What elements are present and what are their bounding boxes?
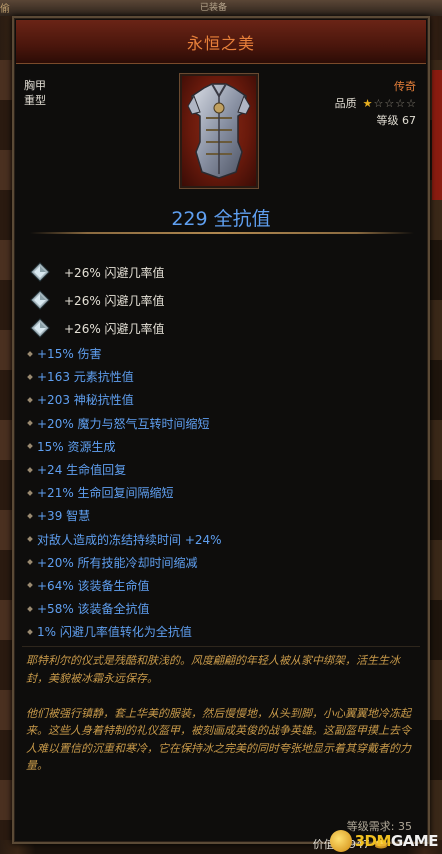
divider [30, 232, 414, 234]
bullet-icon [27, 373, 33, 380]
affix-list: +15% 伤害 +163 元素抗性值 +203 神秘抗性值 +20% 魔力与怒气互转时… [27, 342, 418, 643]
affix-row: +20% 所有技能冷却时间缩减 [27, 551, 418, 574]
affix-text: +21% 生命回复间隔缩短 [37, 486, 174, 501]
affix-row: 1% 闪避几率值转化为全抗值 [27, 620, 418, 643]
star-filled-icon: ★ [362, 97, 373, 110]
lore-divider [22, 646, 420, 647]
affix-row: +58% 该装备全抗值 [27, 597, 418, 620]
bullet-icon [27, 397, 33, 403]
bullet-icon [27, 489, 33, 496]
affix-row: +20% 魔力与怒气互转时间缩短 [27, 412, 418, 435]
star-empty-icon: ☆ [373, 97, 384, 110]
bullet-icon [27, 605, 33, 612]
affix-text: +58% 该装备全抗值 [37, 602, 150, 617]
socket-list: +26% 闪避几率值 +26% 闪避几率值 +26% 闪避几率值 [28, 258, 165, 342]
star-empty-icon: ☆ [406, 97, 416, 110]
star-empty-icon: ☆ [395, 97, 406, 110]
affix-text: +20% 所有技能冷却时间缩减 [37, 555, 198, 570]
item-tooltip: 永恒之美 胸甲 重型 传奇 品质 ★ ☆ ☆ ☆ ☆ 等级 67 229 全抗值… [12, 16, 430, 851]
chest-armor-icon [187, 83, 251, 179]
bullet-icon [27, 466, 33, 473]
diamond-gem-icon [30, 290, 50, 310]
watermark-logo-icon [329, 830, 352, 852]
affix-text: 对敌人造成的冻结持续时间 +24% [37, 532, 222, 547]
socket-bonus: +26% 闪避几率值 [64, 293, 165, 308]
socket-bonus: +26% 闪避几率值 [64, 265, 165, 280]
affix-text: +39 智慧 [37, 509, 91, 524]
main-stat: 229 全抗值 [171, 208, 271, 230]
socket-row: +26% 闪避几率值 [28, 286, 165, 314]
bullet-icon [27, 513, 33, 519]
right-banner [432, 70, 442, 200]
star-empty-icon: ☆ [384, 97, 395, 110]
bullet-icon [27, 443, 33, 450]
equipped-bar: 偷 已装备 [0, 0, 442, 16]
watermark: 3DMGAME [329, 830, 439, 852]
lore-text: 耶特利尔的仪式是残酷和肤浅的。风度翩翩的年轻人被从家中绑架，活生生冰封，美貌被冰… [26, 652, 418, 792]
socket-bonus: +26% 闪避几率值 [64, 321, 165, 336]
affix-text: +203 神秘抗性值 [37, 393, 134, 408]
affix-row: +64% 该装备生命值 [27, 574, 418, 597]
lore-paragraph: 耶特利尔的仪式是残酷和肤浅的。风度翩翩的年轻人被从家中绑架，活生生冰封，美貌被冰… [26, 654, 400, 685]
item-name: 永恒之美 [186, 33, 255, 53]
affix-row: +163 元素抗性值 [27, 365, 418, 388]
affix-text: 15% 资源生成 [37, 439, 116, 454]
bullet-icon [27, 350, 33, 357]
affix-row: +24 生命值回复 [27, 458, 418, 481]
affix-row: 15% 资源生成 [27, 435, 418, 458]
affix-row: +39 智慧 [27, 504, 418, 527]
watermark-prefix: 3DM [354, 832, 392, 850]
affix-text: +163 元素抗性值 [37, 370, 134, 385]
socket-row: +26% 闪避几率值 [28, 258, 165, 286]
watermark-suffix: GAME [390, 832, 439, 850]
item-type: 胸甲 重型 [24, 78, 46, 108]
bullet-icon [27, 629, 33, 635]
item-slot: 胸甲 [24, 79, 46, 92]
bullet-icon [27, 420, 33, 426]
affix-text: +24 生命值回复 [37, 463, 127, 478]
diamond-gem-icon [30, 318, 50, 338]
corner-glyph: 偷 [0, 4, 10, 15]
equipped-label: 已装备 [200, 3, 228, 13]
item-level: 等级 67 [376, 114, 417, 127]
left-ornament [0, 60, 12, 840]
bullet-icon [27, 536, 33, 542]
affix-text: +64% 该装备生命值 [37, 578, 150, 593]
socket-row: +26% 闪避几率值 [28, 314, 165, 342]
quality-stars: ★ ☆ ☆ ☆ ☆ [363, 98, 416, 109]
tooltip-header: 永恒之美 [16, 20, 426, 64]
affix-row: +203 神秘抗性值 [27, 388, 418, 411]
affix-row: +15% 伤害 [27, 342, 418, 365]
quality-label: 品质 [334, 97, 357, 110]
affix-text: 1% 闪避几率值转化为全抗值 [37, 625, 192, 640]
diamond-gem-icon [30, 262, 50, 282]
lore-paragraph: 他们被强行镇静，套上华美的服装，然后慢慢地，从头到脚，小心翼翼地冷冻起来。这些人… [26, 706, 411, 773]
bullet-icon [27, 582, 33, 589]
bullet-icon [27, 559, 33, 566]
quality-row: 品质 ★ ☆ ☆ ☆ ☆ [335, 95, 416, 112]
affix-row: 对敌人造成的冻结持续时间 +24% [27, 528, 418, 551]
rarity-block: 传奇 品质 ★ ☆ ☆ ☆ ☆ 等级 67 [335, 78, 416, 129]
rarity-label: 传奇 [394, 80, 416, 93]
item-weight-class: 重型 [24, 94, 46, 107]
item-image-frame [180, 74, 258, 188]
watermark-text: 3DMGAME [354, 832, 439, 850]
affix-text: +15% 伤害 [37, 347, 102, 362]
affix-text: +20% 魔力与怒气互转时间缩短 [37, 416, 210, 431]
affix-row: +21% 生命回复间隔缩短 [27, 481, 418, 504]
